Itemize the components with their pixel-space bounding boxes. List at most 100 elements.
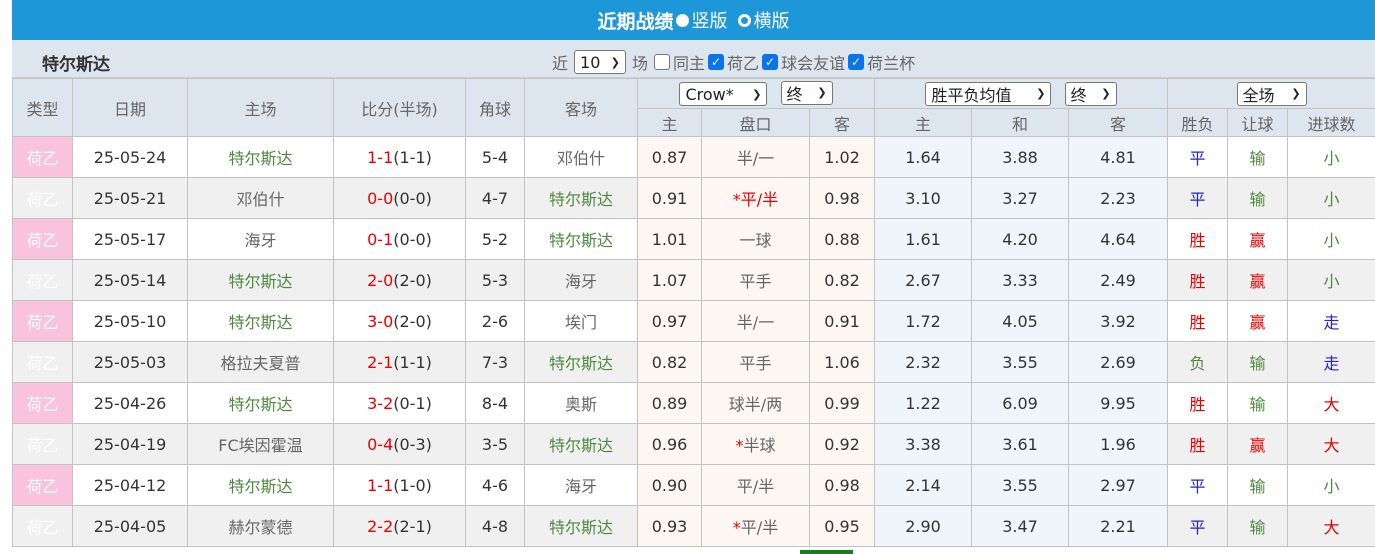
half-score: (0-0) xyxy=(393,229,432,249)
match-date: 25-05-14 xyxy=(72,259,188,301)
result: 胜 xyxy=(1167,382,1229,424)
table-row: 荷乙 25-05-24 特尔斯达 1-1(1-1) 5-4 邓伯什 0.87 半/一 1.02 1… xyxy=(12,136,1375,178)
odds-text: 0.88 xyxy=(824,229,860,249)
home-team[interactable]: FC埃因霍温 xyxy=(187,423,334,465)
vertical-radio[interactable] xyxy=(675,13,689,27)
horizontal-radio[interactable] xyxy=(737,13,751,27)
same-home-checkbox[interactable] xyxy=(654,54,671,70)
away-team[interactable]: 特尔斯达 xyxy=(524,505,638,547)
date-text: 25-05-21 xyxy=(93,188,167,208)
euro-time-select[interactable]: 终 ❯ xyxy=(1064,81,1117,106)
home-team[interactable]: 海牙 xyxy=(187,218,334,260)
result: 胜 xyxy=(1167,300,1229,342)
eu-draw-odds: 4.05 xyxy=(971,300,1070,342)
chevron-down-icon: ❯ xyxy=(817,86,827,100)
eu-away-odds: 2.21 xyxy=(1068,505,1169,547)
ah-home-odds: 0.87 xyxy=(637,136,702,178)
period-select[interactable]: 全场 ❯ xyxy=(1236,81,1307,106)
goals-result: 小 xyxy=(1287,218,1375,260)
handicap-result-text: 赢 xyxy=(1249,313,1266,332)
friendly-label: 球会友谊 xyxy=(781,54,846,73)
company-select[interactable]: Crow* ❯ xyxy=(679,82,768,107)
away-team[interactable]: 特尔斯达 xyxy=(524,423,638,465)
match-table: 类型 日期 主场 比分(半场) 角球 客场 Crow* ❯ 终 ❯ 胜平负均值 ❯ 终… xyxy=(12,78,1375,547)
corner-text: 4-8 xyxy=(481,516,509,536)
recent-record-panel: 近期战绩 竖版 横版 特尔斯达 近 10 ❯ 场 同主 ✓ 荷乙 ✓ 球会友谊 ✓… xyxy=(12,0,1375,547)
handicap-text: 半/一 xyxy=(736,313,775,332)
corners: 4-7 xyxy=(465,177,525,219)
col-handicap: 让球 xyxy=(1227,108,1289,137)
match-type: 荷乙 xyxy=(12,300,73,342)
odds-text: 1.96 xyxy=(1100,434,1136,454)
home-team[interactable]: 邓伯什 xyxy=(187,177,334,219)
handicap-result-text: 输 xyxy=(1249,518,1266,537)
euro-type-select[interactable]: 胜平负均值 ❯ xyxy=(925,81,1052,106)
eu-home-odds: 1.64 xyxy=(874,136,973,178)
handicap-result: 输 xyxy=(1227,464,1289,506)
league-checkbox[interactable]: ✓ xyxy=(708,54,725,70)
date-text: 25-04-19 xyxy=(93,434,167,454)
away-team[interactable]: 特尔斯达 xyxy=(524,177,638,219)
match-score: 2-2(2-1) xyxy=(333,505,466,547)
ah-home-odds: 0.91 xyxy=(637,177,702,219)
goals-result-text: 大 xyxy=(1323,395,1340,414)
away-team-name: 特尔斯达 xyxy=(548,436,613,455)
home-team-name: 海牙 xyxy=(244,231,277,250)
away-team[interactable]: 特尔斯达 xyxy=(524,218,638,260)
away-team[interactable]: 埃门 xyxy=(524,300,638,342)
away-team-name: 埃门 xyxy=(564,313,597,332)
eu-draw-odds: 3.55 xyxy=(971,341,1070,383)
home-team[interactable]: 格拉夫夏普 xyxy=(187,341,334,383)
corners: 4-6 xyxy=(465,464,525,506)
odds-text: 3.10 xyxy=(905,188,941,208)
away-team[interactable]: 特尔斯达 xyxy=(524,341,638,383)
odds-text: 2.67 xyxy=(905,270,941,290)
match-count-select[interactable]: 10 ❯ xyxy=(574,50,627,74)
match-type: 荷乙 xyxy=(12,259,73,301)
eu-draw-odds: 3.33 xyxy=(971,259,1070,301)
scroll-indicator[interactable] xyxy=(800,550,853,554)
odds-text: 1.01 xyxy=(651,229,688,249)
friendly-checkbox[interactable]: ✓ xyxy=(762,54,779,70)
type-text: 荷乙 xyxy=(26,354,59,373)
odds-text: 2.14 xyxy=(905,475,941,495)
eu-home-odds: 1.61 xyxy=(874,218,973,260)
eu-home-odds: 3.38 xyxy=(874,423,973,465)
table-row: 荷乙 25-05-21 邓伯什 0-0(0-0) 4-7 特尔斯达 0.91 *平/半 0.98… xyxy=(12,177,1375,219)
team-name: 特尔斯达 xyxy=(42,55,110,75)
away-team[interactable]: 海牙 xyxy=(524,464,638,506)
goals-result-text: 大 xyxy=(1323,436,1340,455)
odds-text: 0.97 xyxy=(651,311,688,331)
home-team[interactable]: 特尔斯达 xyxy=(187,382,334,424)
ah-time-select[interactable]: 终 ❯ xyxy=(780,80,833,105)
type-text: 荷乙 xyxy=(26,395,59,414)
ah-line: *半球 xyxy=(701,423,810,465)
goals-result: 大 xyxy=(1287,382,1375,424)
odds-text: 0.82 xyxy=(651,352,688,372)
away-team[interactable]: 奥斯 xyxy=(524,382,638,424)
away-team[interactable]: 邓伯什 xyxy=(524,136,638,178)
ah-away-odds: 1.06 xyxy=(808,341,876,383)
odds-text: 1.61 xyxy=(905,229,941,249)
handicap-result: 输 xyxy=(1227,136,1289,178)
match-date: 25-05-10 xyxy=(72,300,188,342)
home-team[interactable]: 特尔斯达 xyxy=(187,259,334,301)
result: 胜 xyxy=(1167,218,1229,260)
handicap-text: 半/一 xyxy=(736,149,775,168)
home-team[interactable]: 赫尔蒙德 xyxy=(187,505,334,547)
odds-text: 2.21 xyxy=(1100,516,1136,536)
away-team[interactable]: 海牙 xyxy=(524,259,638,301)
cup-label: 荷兰杯 xyxy=(867,54,916,73)
type-text: 荷乙 xyxy=(26,313,59,332)
match-type: 荷乙 xyxy=(12,218,73,260)
horizontal-label[interactable]: 横版 xyxy=(754,7,790,33)
handicap-result-text: 输 xyxy=(1249,354,1266,373)
home-team[interactable]: 特尔斯达 xyxy=(187,300,334,342)
home-team[interactable]: 特尔斯达 xyxy=(187,136,334,178)
home-team[interactable]: 特尔斯达 xyxy=(187,464,334,506)
type-text: 荷乙 xyxy=(26,190,59,209)
cup-checkbox[interactable]: ✓ xyxy=(848,54,865,70)
ah-away-odds: 1.02 xyxy=(808,136,876,178)
vertical-label[interactable]: 竖版 xyxy=(692,7,728,33)
col-result: 胜负 xyxy=(1167,108,1229,137)
